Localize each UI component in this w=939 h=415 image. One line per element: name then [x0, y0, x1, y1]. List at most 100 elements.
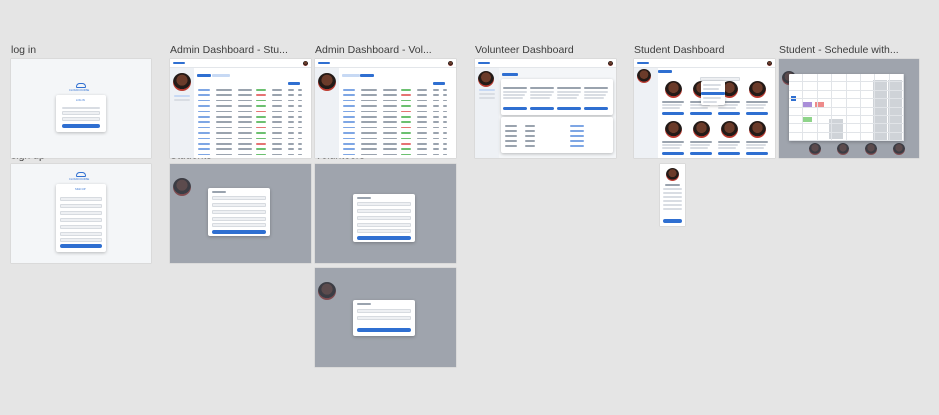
table-cell[interactable] [343, 143, 355, 145]
table-cell[interactable] [343, 121, 355, 123]
calendar-cell[interactable] [817, 74, 833, 83]
student-card-button[interactable] [718, 152, 740, 155]
admin-volunteers-submit-button[interactable] [357, 328, 411, 332]
calendar-cell[interactable] [803, 90, 818, 100]
table-cell[interactable] [343, 116, 355, 118]
calendar-cell[interactable] [875, 132, 890, 142]
calendar-cell[interactable] [832, 124, 847, 133]
table-cell[interactable] [343, 94, 355, 96]
table-cell[interactable] [343, 110, 355, 113]
frame-volunteer-dashboard[interactable] [475, 59, 616, 158]
calendar-cell[interactable] [861, 116, 876, 125]
calendar-cell[interactable] [803, 116, 818, 125]
course-card-button[interactable] [503, 107, 527, 110]
calendar-cell[interactable] [832, 107, 847, 116]
course-card-button[interactable] [557, 107, 581, 110]
calendar-cell[interactable] [817, 116, 833, 125]
student-card-button[interactable] [746, 112, 768, 115]
calendar-cell[interactable] [832, 82, 847, 91]
table-cell[interactable] [343, 153, 355, 156]
volunteers-submit-button[interactable] [357, 236, 411, 240]
calendar-cell[interactable] [846, 82, 861, 91]
frame-admin-volunteers[interactable] [315, 59, 456, 158]
table-cell[interactable] [198, 132, 210, 134]
calendar-cell[interactable] [832, 90, 847, 100]
signup-button[interactable] [60, 244, 102, 248]
calendar-cell[interactable] [789, 74, 804, 83]
frame-label-admin-volunteers[interactable]: Admin Dashboard - Vol... [315, 44, 457, 56]
calendar-cell[interactable] [861, 99, 876, 108]
frame-label-login[interactable]: log in [11, 44, 151, 56]
frame-label-volunteer-dashboard[interactable]: Volunteer Dashboard [475, 44, 625, 56]
student-card-button[interactable] [662, 112, 684, 115]
calendar-cell[interactable] [817, 99, 833, 108]
calendar-cell[interactable] [817, 107, 833, 116]
calendar-cell[interactable] [789, 107, 804, 116]
calendar-cell[interactable] [817, 124, 833, 133]
frame-label-admin-students[interactable]: Admin Dashboard - Stu... [170, 44, 312, 56]
table-cell[interactable] [198, 94, 210, 96]
table-cell[interactable] [198, 153, 210, 156]
student-card-button[interactable] [690, 112, 712, 115]
calendar-cell[interactable] [889, 82, 905, 91]
calendar-cell[interactable] [789, 116, 804, 125]
calendar-cell[interactable] [861, 74, 876, 83]
calendar-cell[interactable] [803, 99, 818, 108]
calendar-cell[interactable] [889, 124, 905, 133]
table-cell[interactable] [570, 125, 584, 127]
calendar-cell[interactable] [861, 82, 876, 91]
calendar-cell[interactable] [889, 107, 905, 116]
table-cell[interactable] [198, 137, 210, 140]
calendar-cell[interactable] [889, 99, 905, 108]
calendar-cell[interactable] [803, 107, 818, 116]
table-cell[interactable] [343, 132, 355, 134]
course-dropdown[interactable] [701, 81, 725, 105]
table-cell[interactable] [198, 148, 210, 150]
calendar-cell[interactable] [817, 82, 833, 91]
calendar-cell[interactable] [846, 74, 861, 83]
students-submit-button[interactable] [212, 230, 266, 234]
calendar-cell[interactable] [832, 74, 847, 83]
table-cell[interactable] [343, 89, 355, 91]
calendar-cell[interactable] [789, 132, 804, 142]
calendar-cell[interactable] [875, 82, 890, 91]
calendar-cell[interactable] [889, 132, 905, 142]
table-cell[interactable] [570, 135, 584, 137]
login-button[interactable] [62, 124, 100, 128]
table-cell[interactable] [198, 116, 210, 118]
schedule-calendar[interactable] [789, 74, 905, 142]
calendar-cell[interactable] [832, 99, 847, 108]
calendar-cell[interactable] [846, 90, 861, 100]
table-cell[interactable] [343, 137, 355, 140]
table-cell[interactable] [343, 148, 355, 150]
table-cell[interactable] [198, 99, 210, 102]
calendar-cell[interactable] [789, 124, 804, 133]
calendar-cell[interactable] [861, 132, 876, 142]
calendar-cell[interactable] [889, 74, 905, 83]
frame-signup[interactable]: CLOUDCOURSE SIGN UP [11, 164, 151, 263]
calendar-cell[interactable] [861, 124, 876, 133]
calendar-cell[interactable] [846, 99, 861, 108]
calendar-cell[interactable] [817, 132, 833, 142]
table-cell[interactable] [343, 105, 355, 107]
frame-student-schedule[interactable] [779, 59, 919, 158]
calendar-cell[interactable] [803, 124, 818, 133]
calendar-cell[interactable] [846, 132, 861, 142]
frame-admin-volunteers-2[interactable] [315, 268, 456, 367]
calendar-cell[interactable] [875, 90, 890, 100]
calendar-cell[interactable] [861, 107, 876, 116]
table-cell[interactable] [343, 126, 355, 129]
frame-admin-students[interactable] [170, 59, 311, 158]
student-card-button[interactable] [662, 152, 684, 155]
table-cell[interactable] [570, 145, 584, 147]
table-cell[interactable] [570, 130, 584, 132]
calendar-cell[interactable] [861, 90, 876, 100]
calendar-cell[interactable] [817, 90, 833, 100]
course-card-button[interactable] [530, 107, 554, 110]
calendar-cell[interactable] [889, 90, 905, 100]
calendar-cell[interactable] [803, 132, 818, 142]
calendar-cell[interactable] [875, 124, 890, 133]
frame-label-student-dashboard[interactable]: Student Dashboard [634, 44, 774, 56]
student-card-button[interactable] [746, 152, 768, 155]
calendar-cell[interactable] [789, 82, 804, 91]
